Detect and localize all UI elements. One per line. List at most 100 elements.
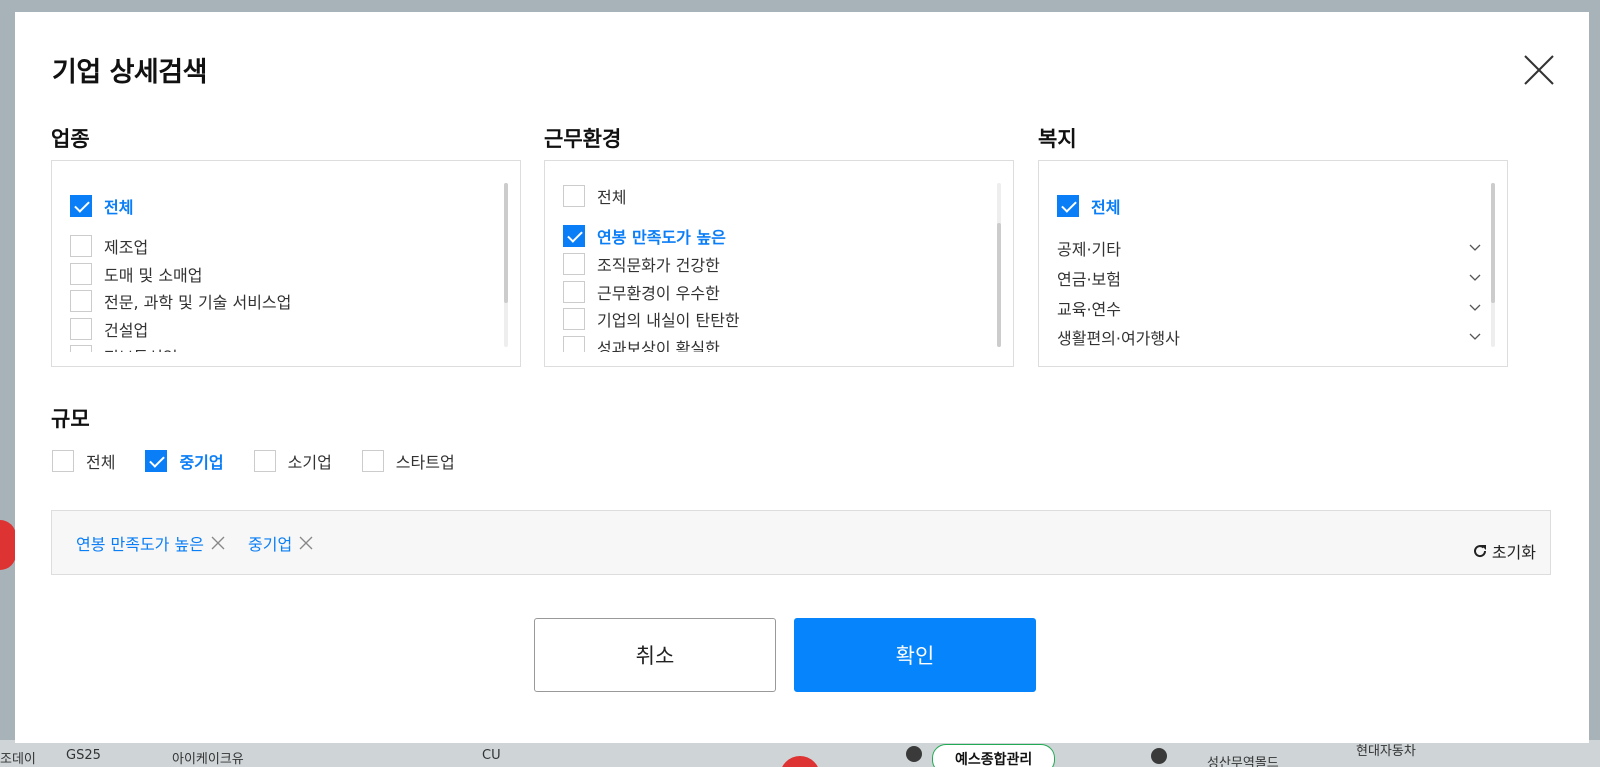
industry-option-all[interactable]: 전체	[70, 195, 133, 217]
environment-option[interactable]: 연봉 만족도가 높은	[563, 225, 726, 247]
environment-list[interactable]: 전체 연봉 만족도가 높은 조직문화가 건강한 근무환경이 우수한 기업의 내실…	[544, 160, 1014, 367]
scrollbar[interactable]	[997, 183, 1001, 347]
option-label: 전체	[1091, 198, 1121, 217]
size-title: 규모	[51, 407, 90, 431]
size-option-all[interactable]: 전체	[52, 450, 115, 472]
remove-tag-icon[interactable]	[210, 535, 226, 551]
checkbox[interactable]	[70, 195, 92, 217]
option-label: 제조업	[104, 238, 149, 257]
welfare-title: 복지	[1038, 127, 1077, 151]
group-label: 교육·연수	[1057, 300, 1121, 319]
map-label: 조데이	[0, 752, 36, 767]
checkbox[interactable]	[563, 225, 585, 247]
welfare-group[interactable]: 공제·기타	[1057, 237, 1483, 259]
checkbox[interactable]	[563, 253, 585, 275]
size-option-medium[interactable]: 중기업	[145, 450, 224, 472]
size-options: 전체 중기업 소기업 스타트업	[52, 450, 485, 472]
map-dot	[1151, 748, 1167, 764]
chevron-down-icon	[1469, 244, 1481, 251]
option-label: 정보통신업	[104, 344, 178, 352]
option-label: 조직문화가 건강한	[597, 256, 720, 275]
size-option-startup[interactable]: 스타트업	[361, 450, 455, 472]
checkbox[interactable]	[70, 235, 92, 257]
chevron-down-icon	[1469, 274, 1481, 281]
option-label: 건설업	[104, 321, 149, 340]
option-label: 전문, 과학 및 기술 서비스업	[104, 293, 292, 312]
selected-filters-bar: 연봉 만족도가 높은 중기업 초기화	[51, 510, 1551, 575]
reset-button[interactable]: 초기화	[1472, 539, 1536, 563]
option-label: 도매 및 소매업	[104, 266, 203, 285]
scrollbar-thumb[interactable]	[997, 223, 1001, 347]
checkbox[interactable]	[563, 336, 585, 352]
welfare-group[interactable]: 생활편의·여가행사	[1057, 326, 1483, 348]
checkbox[interactable]	[1057, 195, 1079, 217]
industry-option[interactable]: 전문, 과학 및 기술 서비스업	[70, 290, 291, 312]
map-label-yes[interactable]: 예스종합관리	[932, 744, 1056, 767]
industry-option[interactable]: 제조업	[70, 235, 148, 257]
remove-tag-icon[interactable]	[298, 535, 314, 551]
checkbox[interactable]	[52, 450, 74, 472]
close-icon	[1524, 55, 1554, 85]
option-label: 기업의 내실이 탄탄한	[597, 311, 740, 330]
checkbox[interactable]	[70, 290, 92, 312]
environment-title: 근무환경	[544, 127, 622, 151]
checkbox[interactable]	[361, 450, 384, 472]
environment-option[interactable]: 성과보상이 확실한	[563, 336, 720, 352]
option-label: 중기업	[179, 453, 224, 472]
industry-list[interactable]: 전체 제조업 도매 및 소매업 전문, 과학 및 기술 서비스업 건설업 정보통…	[51, 160, 521, 367]
option-label: 근무환경이 우수한	[597, 284, 720, 303]
checkbox[interactable]	[563, 185, 585, 207]
scrollbar[interactable]	[504, 183, 508, 347]
checkbox[interactable]	[145, 450, 168, 472]
tag-label: 연봉 만족도가 높은	[76, 535, 204, 554]
map-label-cu: CU	[482, 748, 501, 763]
scrollbar-thumb[interactable]	[1491, 183, 1495, 303]
welfare-list[interactable]: 전체 공제·기타 연금·보험 교육·연수 생활편의·여가행사	[1038, 160, 1508, 367]
environment-option[interactable]: 조직문화가 건강한	[563, 253, 720, 275]
option-label: 연봉 만족도가 높은	[597, 228, 726, 247]
option-label: 전체	[104, 198, 134, 217]
map-pin[interactable]	[0, 520, 16, 570]
option-label: 전체	[597, 188, 627, 207]
environment-option[interactable]: 기업의 내실이 탄탄한	[563, 308, 740, 330]
chevron-down-icon	[1469, 304, 1481, 311]
checkbox[interactable]	[563, 281, 585, 303]
environment-option[interactable]: 근무환경이 우수한	[563, 281, 720, 303]
checkbox[interactable]	[70, 345, 92, 352]
option-label: 소기업	[287, 453, 332, 472]
environment-option-all[interactable]: 전체	[563, 185, 626, 207]
map-label-seongsan: 성산무역몰드	[1207, 756, 1279, 767]
scrollbar[interactable]	[1491, 183, 1495, 347]
modal-title: 기업 상세검색	[52, 57, 207, 88]
scrollbar-thumb[interactable]	[504, 183, 508, 303]
map-label-gs25: GS25	[66, 748, 101, 763]
map-label-cake: 아이케이크유	[172, 752, 244, 767]
chevron-down-icon	[1469, 333, 1481, 340]
confirm-button[interactable]: 확인	[794, 618, 1036, 692]
refresh-icon	[1473, 545, 1486, 558]
industry-option[interactable]: 건설업	[70, 318, 148, 340]
industry-option[interactable]: 도매 및 소매업	[70, 263, 203, 285]
checkbox[interactable]	[70, 318, 92, 340]
option-label: 성과보상이 확실한	[597, 339, 720, 352]
checkbox[interactable]	[253, 450, 276, 472]
group-label: 생활편의·여가행사	[1057, 329, 1180, 348]
welfare-option-all[interactable]: 전체	[1057, 195, 1120, 217]
option-label: 전체	[86, 453, 116, 472]
checkbox[interactable]	[563, 308, 585, 330]
cancel-button[interactable]: 취소	[534, 618, 776, 692]
size-option-small[interactable]: 소기업	[253, 450, 332, 472]
welfare-group[interactable]: 연금·보험	[1057, 267, 1483, 289]
checkbox[interactable]	[70, 263, 92, 285]
detail-search-modal: 기업 상세검색 업종 전체 제조업 도매 및 소매업 전문, 과학 및 기술 서…	[15, 12, 1589, 743]
close-button[interactable]	[1519, 50, 1559, 90]
tag-label: 중기업	[248, 535, 293, 554]
filter-tag[interactable]: 중기업	[248, 531, 314, 555]
industry-title: 업종	[51, 127, 90, 151]
industry-option[interactable]: 정보통신업	[70, 345, 178, 352]
filter-tag[interactable]: 연봉 만족도가 높은	[76, 531, 226, 555]
group-label: 연금·보험	[1057, 270, 1121, 289]
welfare-group[interactable]: 교육·연수	[1057, 297, 1483, 319]
option-label: 스타트업	[395, 453, 455, 472]
reset-label: 초기화	[1491, 543, 1536, 562]
